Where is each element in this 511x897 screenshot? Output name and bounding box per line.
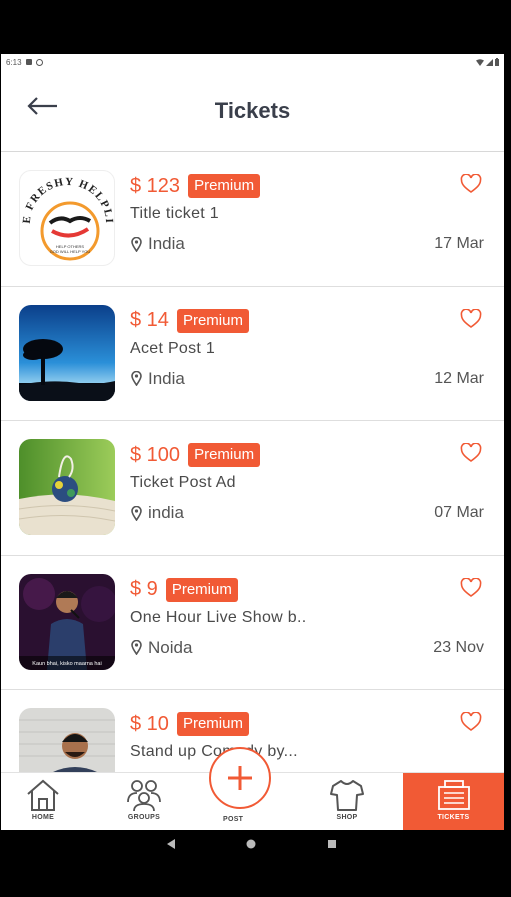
location-pin-icon	[131, 505, 142, 521]
ticket-icon	[437, 780, 470, 810]
nav-groups[interactable]: GROUPS	[85, 773, 203, 830]
ticket-thumbnail: THE FRESHY HELPLINE HELP OTHERS GOD WILL…	[19, 170, 115, 266]
app-header: Tickets	[1, 70, 504, 152]
heart-icon[interactable]	[460, 308, 482, 329]
ticket-price: $ 14	[130, 309, 169, 331]
plus-icon	[228, 766, 252, 790]
svg-text:Kaun bhai, kisko maarna hai: Kaun bhai, kisko maarna hai	[32, 661, 101, 667]
premium-badge: Premium	[176, 712, 249, 736]
ticket-price: $ 10	[130, 712, 169, 735]
android-back-icon[interactable]	[166, 838, 176, 850]
ticket-title: Ticket Post Ad	[130, 474, 236, 491]
premium-badge: Premium	[188, 443, 261, 467]
ticket-card[interactable]: $ 100 Premium Ticket Post Ad india 07 Ma…	[1, 421, 504, 556]
comedian-on-stage-image: Kaun bhai, kisko maarna hai	[19, 573, 115, 670]
location-text: india	[148, 503, 184, 522]
premium-badge: Premium	[165, 577, 238, 602]
android-nav-bar	[0, 830, 511, 897]
heart-icon[interactable]	[460, 443, 482, 463]
nav-tickets[interactable]: TICKETS	[403, 773, 504, 830]
ticket-title: Stand up Comedy by...	[130, 743, 298, 760]
ornament-on-book-image	[19, 439, 115, 535]
nav-home[interactable]: HOME	[1, 773, 85, 830]
ticket-location: india	[131, 503, 184, 523]
status-time: 6:13	[6, 57, 22, 67]
ticket-price: $ 9	[130, 578, 158, 600]
page-title: Tickets	[214, 98, 291, 123]
ticket-thumbnail	[19, 304, 115, 401]
nav-tickets-label: TICKETS	[437, 814, 470, 821]
premium-badge: Premium	[188, 174, 261, 198]
ticket-location: Noida	[131, 638, 192, 658]
ticket-card[interactable]: THE FRESHY HELPLINE HELP OTHERS GOD WILL…	[1, 152, 504, 287]
location-pin-icon	[131, 371, 142, 386]
ticket-date: 12 Mar	[434, 369, 484, 387]
ticket-title: One Hour Live Show b..	[130, 608, 307, 626]
android-home-icon[interactable]	[246, 838, 256, 850]
nav-home-label: HOME	[31, 814, 55, 821]
tshirt-icon	[330, 780, 364, 811]
ticket-list: THE FRESHY HELPLINE HELP OTHERS GOD WILL…	[1, 152, 504, 825]
nav-shop[interactable]: SHOP	[291, 773, 403, 830]
location-pin-icon	[131, 236, 142, 252]
svg-text:GOD WILL HELP YOU: GOD WILL HELP YOU	[50, 249, 91, 254]
tree-sunset-image	[19, 304, 115, 401]
device-right-bezel	[504, 54, 511, 830]
signal-icon	[486, 58, 493, 66]
heart-icon[interactable]	[460, 577, 482, 598]
location-text: India	[148, 368, 185, 388]
nav-shop-label: SHOP	[336, 814, 358, 821]
home-icon	[27, 779, 59, 811]
premium-badge: Premium	[176, 308, 249, 333]
ticket-thumbnail	[19, 439, 115, 535]
freshy-helpline-logo: THE FRESHY HELPLINE HELP OTHERS GOD WILL…	[20, 171, 114, 261]
wifi-icon	[476, 58, 484, 66]
battery-icon	[495, 58, 499, 66]
ticket-card[interactable]: Kaun bhai, kisko maarna hai $ 9 Premium …	[1, 555, 504, 690]
sync-icon	[35, 58, 43, 66]
ticket-title: Acet Post 1	[130, 339, 216, 357]
location-pin-icon	[131, 640, 142, 655]
status-bar: 6:13	[1, 54, 504, 70]
device-top-bezel	[0, 0, 511, 54]
android-recents-icon[interactable]	[327, 838, 337, 850]
app-screen: 6:13 Tickets THE FRESHY HELPL	[1, 54, 504, 830]
ticket-thumbnail: Kaun bhai, kisko maarna hai	[19, 573, 115, 670]
ticket-location: India	[131, 369, 185, 389]
location-text: Noida	[148, 637, 193, 657]
ticket-location: India	[131, 234, 185, 254]
add-post-button[interactable]	[209, 747, 271, 809]
ticket-date: 23 Nov	[433, 638, 484, 656]
ticket-card[interactable]: $ 14 Premium Acet Post 1 India 12 Mar	[1, 286, 504, 421]
ticket-title: Title ticket 1	[130, 205, 219, 222]
ticket-date: 17 Mar	[434, 235, 484, 252]
nav-groups-label: GROUPS	[127, 814, 161, 821]
ticket-price: $ 123	[130, 174, 181, 197]
heart-icon[interactable]	[460, 174, 482, 194]
groups-icon	[127, 780, 161, 812]
ticket-date: 07 Mar	[434, 504, 484, 521]
location-text: India	[148, 234, 185, 253]
heart-icon[interactable]	[460, 712, 482, 732]
sd-card-icon	[25, 59, 32, 65]
nav-post-label: POST	[223, 816, 244, 823]
ticket-price: $ 100	[130, 443, 181, 466]
